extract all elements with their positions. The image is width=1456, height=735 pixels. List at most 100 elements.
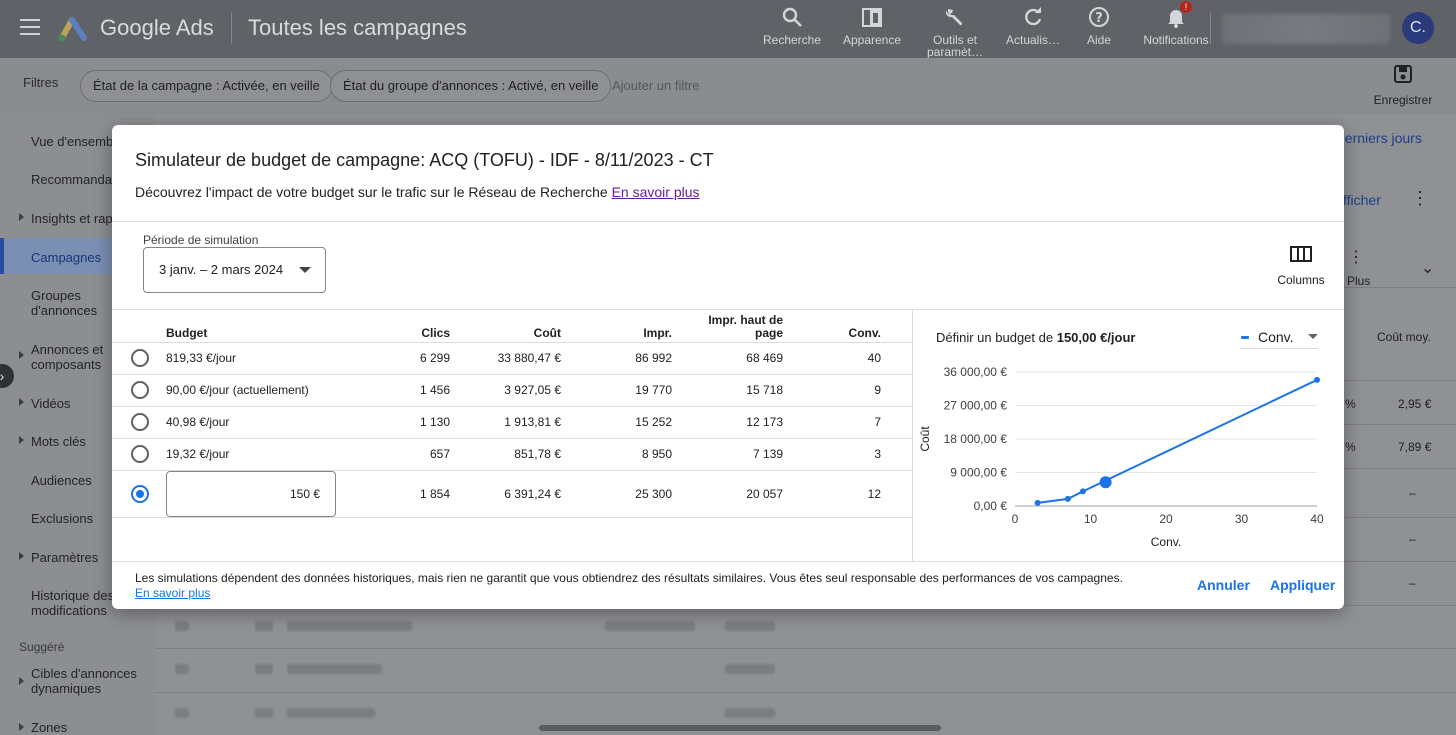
- conversions-cell: 9: [783, 374, 881, 407]
- sidebar-item-dynamic-targets[interactable]: Cibles d'annonces dynamiques: [31, 666, 141, 696]
- columns-button[interactable]: Columns: [1272, 245, 1330, 287]
- chevron-down-icon[interactable]: ⌄: [1421, 258, 1434, 278]
- more-vert-icon[interactable]: ⋮: [1348, 247, 1364, 267]
- menu-icon[interactable]: [20, 19, 40, 35]
- tool-label: Recherche: [762, 33, 822, 47]
- data-point: [1079, 488, 1086, 495]
- campaign-name-blurred[interactable]: [287, 708, 375, 718]
- simulation-chart: 0,00 € 9 000,00 € 18 000,00 € 27 000,00 € 36…: [918, 365, 1324, 549]
- column-header-budget: Budget: [166, 309, 392, 343]
- apply-button[interactable]: Appliquer: [1270, 577, 1335, 593]
- horizontal-scrollbar[interactable]: [539, 725, 941, 731]
- sidebar-item-overview[interactable]: Vue d'ensemble: [31, 134, 123, 149]
- table-row[interactable]: 90,00 €/jour (actuellement) 1 456 3 927,…: [112, 374, 912, 407]
- metric-dropdown[interactable]: Conv.: [1240, 327, 1318, 349]
- tool-notifications[interactable]: ! Notifications: [1130, 0, 1222, 58]
- column-header-cost: Coût: [450, 309, 561, 343]
- row-checkbox[interactable]: [175, 664, 189, 674]
- tool-settings[interactable]: Outils et paramèt…: [912, 0, 998, 58]
- columns-label: Columns: [1277, 273, 1325, 287]
- chart-header-prefix: Définir un budget de: [936, 330, 1054, 345]
- row-checkbox[interactable]: [175, 708, 189, 718]
- chevron-right-icon: [19, 552, 24, 560]
- campaign-name-blurred[interactable]: [287, 621, 412, 631]
- save-icon: [1394, 65, 1412, 83]
- add-filter-button[interactable]: Ajouter un filtre: [612, 78, 699, 93]
- account-info-blurred[interactable]: [1222, 14, 1390, 44]
- sidebar-item-campaigns[interactable]: Campagnes: [31, 250, 101, 265]
- header-divider: [231, 12, 232, 44]
- sidebar-item-zones[interactable]: Zones: [31, 720, 67, 735]
- table-cell: –: [1409, 486, 1416, 500]
- save-label: Enregistrer: [1373, 93, 1433, 107]
- y-tick-label: 36 000,00 €: [944, 365, 1008, 379]
- table-row[interactable]: 40,98 €/jour 1 130 1 913,81 € 15 252 12 …: [112, 406, 912, 439]
- data-point: [1034, 499, 1041, 506]
- filter-bar: Filtres État de la campagne : Activée, e…: [0, 58, 1456, 114]
- display-button[interactable]: fficher: [1343, 192, 1381, 208]
- impressions-cell: 15 252: [561, 406, 672, 439]
- sidebar-item-audiences[interactable]: Audiences: [31, 473, 92, 488]
- top-impressions-cell: 12 173: [672, 406, 783, 439]
- impressions-cell: 19 770: [561, 374, 672, 407]
- disclaimer: Les simulations dépendent des données hi…: [135, 571, 1155, 601]
- sidebar-item-exclusions[interactable]: Exclusions: [31, 511, 93, 526]
- column-header-avg-cost[interactable]: Coût moy.: [1377, 330, 1431, 344]
- row-radio-cell: [112, 406, 166, 439]
- row-cell-blurred: [725, 708, 775, 718]
- row-cell-blurred: [725, 664, 775, 674]
- tool-search[interactable]: Recherche: [752, 0, 832, 58]
- filter-chip-campaign-status[interactable]: État de la campagne : Activée, en veille: [80, 70, 333, 102]
- cost-cell: 1 913,81 €: [450, 406, 561, 439]
- tool-appearance[interactable]: Apparence: [832, 0, 912, 58]
- cost-cell: 851,78 €: [450, 438, 561, 471]
- budget-cell: 40,98 €/jour: [166, 406, 392, 439]
- custom-budget-input[interactable]: 150 €: [166, 470, 336, 517]
- row-checkbox[interactable]: [175, 621, 189, 631]
- save-button[interactable]: Enregistrer: [1368, 64, 1438, 107]
- budget-radio[interactable]: [131, 413, 149, 431]
- table-cell: %: [1345, 397, 1356, 411]
- budget-radio-selected[interactable]: [131, 484, 149, 503]
- chart-header: Définir un budget de 150,00 €/jour: [936, 330, 1136, 345]
- budget-radio[interactable]: [131, 445, 149, 463]
- table-row[interactable]: 19,32 €/jour 657 851,78 € 8 950 7 139 3: [112, 438, 912, 471]
- sidebar-item-settings[interactable]: Paramètres: [31, 550, 98, 565]
- data-point: [1064, 495, 1071, 502]
- tool-help[interactable]: ? Aide: [1068, 0, 1130, 58]
- footer-learn-more-link[interactable]: En savoir plus: [135, 586, 1155, 601]
- header-tools: Recherche Apparence Outils et paramèt… A…: [752, 0, 1222, 58]
- columns-icon: [1290, 246, 1312, 262]
- spacer-cell: [881, 406, 912, 439]
- date-range-text[interactable]: derniers jours: [1337, 130, 1422, 146]
- tool-label: Outils et paramèt…: [926, 33, 984, 59]
- learn-more-link[interactable]: En savoir plus: [612, 184, 700, 200]
- y-tick-label: 18 000,00 €: [944, 432, 1008, 446]
- row-radio-cell: [112, 438, 166, 471]
- column-header-select: [112, 309, 166, 343]
- sidebar-item-videos[interactable]: Vidéos: [31, 396, 71, 411]
- sidebar-item-keywords[interactable]: Mots clés: [31, 434, 86, 449]
- filters-label: Filtres: [23, 75, 59, 90]
- sidebar-collapse-button[interactable]: ›: [0, 364, 14, 388]
- table-cell: 7,89 €: [1398, 440, 1432, 454]
- avatar[interactable]: C.: [1402, 12, 1434, 44]
- period-dropdown[interactable]: 3 janv. – 2 mars 2024: [143, 247, 326, 293]
- cancel-button[interactable]: Annuler: [1197, 577, 1250, 593]
- tool-refresh[interactable]: Actualis…: [998, 0, 1068, 58]
- dialog-title: Simulateur de budget de campagne: ACQ (T…: [135, 150, 714, 170]
- row-icon: [255, 621, 273, 631]
- budget-radio[interactable]: [131, 349, 149, 367]
- campaign-name-blurred[interactable]: [287, 664, 382, 674]
- table-row-custom-budget[interactable]: 150 € 1 854 6 391,24 € 25 300 20 057 12: [112, 470, 912, 518]
- row-icon: [255, 708, 273, 718]
- budget-cell: 90,00 €/jour (actuellement): [166, 374, 392, 407]
- row-cell-blurred: [605, 621, 695, 631]
- table-cell: –: [1409, 532, 1416, 546]
- budget-radio[interactable]: [131, 381, 149, 399]
- budget-simulator-dialog: Simulateur de budget de campagne: ACQ (T…: [112, 125, 1344, 609]
- x-tick-label: 0: [1012, 512, 1019, 526]
- filter-chip-adgroup-status[interactable]: État du groupe d'annonces : Activé, en v…: [330, 70, 612, 102]
- more-vert-icon[interactable]: ⋮: [1411, 188, 1429, 209]
- table-row[interactable]: 819,33 €/jour 6 299 33 880,47 € 86 992 6…: [112, 342, 912, 375]
